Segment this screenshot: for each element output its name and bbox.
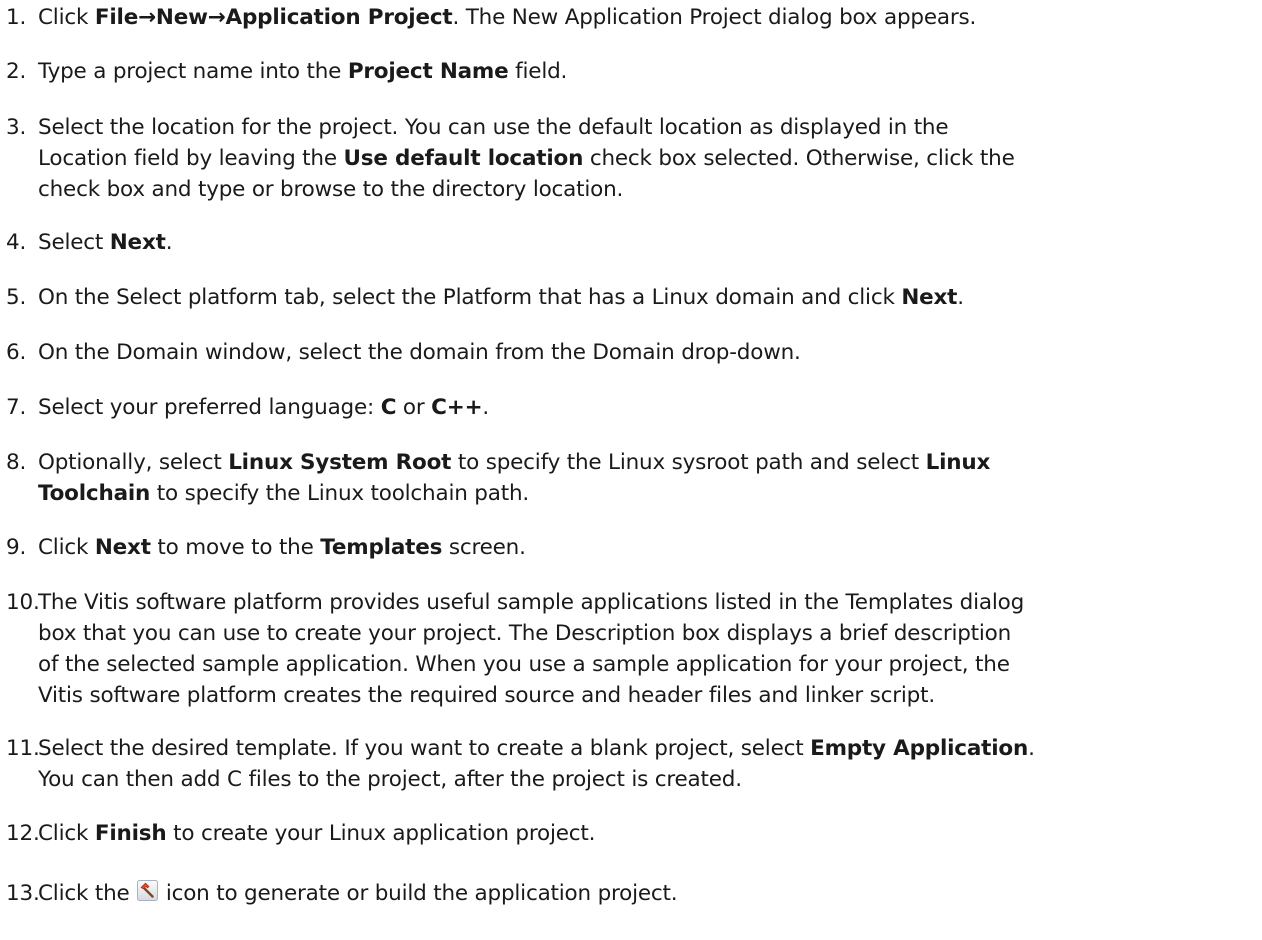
step-3: 3. Select the location for the project. … [0,112,1240,205]
step-9: 9. Click Next to move to the Templates s… [0,532,1240,563]
step-text-run: Click [38,535,95,560]
bold-term: Templates [320,535,443,560]
step-2: 2. Type a project name into the Project … [0,56,1240,87]
step-number: 2. [6,59,27,84]
step-text-run: to move to the [150,535,321,560]
step-number: 5. [6,285,27,310]
step-text: Optionally, select Linux System Root to … [38,447,1240,509]
step-number: 6. [6,340,27,365]
bold-term: C++ [431,395,483,420]
step-text-run: . [1028,736,1035,761]
step-5: 5. On the Select platform tab, select th… [0,282,1240,313]
step-text-run: box that you can use to create your proj… [38,621,1012,646]
step-text-run: . [482,395,490,420]
step-text-run: Click the [38,881,137,906]
step-text-run: screen. [442,535,526,560]
step-text-run: The Vitis software platform provides use… [38,590,1025,615]
hammer-build-icon [137,880,159,901]
step-text-run: to specify the Linux sysroot path and se… [451,450,926,475]
step-text-run: . The New Application Project dialog box… [452,5,977,30]
step-text-run: . [957,285,964,310]
step-7: 7. Select your preferred language: C or … [0,392,1240,423]
bold-term: Next [901,285,958,310]
step-text: Click Finish to create your Linux applic… [38,818,1240,849]
step-number: 10. [6,590,40,615]
step-text-run: Select the location for the project. You… [38,115,949,140]
step-1: 1. Click File→New→Application Project. T… [0,2,1240,33]
step-text-run: On the Domain window, select the domain … [38,340,801,365]
step-number: 1. [6,5,27,30]
bold-term: Toolchain [38,481,151,506]
step-8: 8. Optionally, select Linux System Root … [0,447,1240,509]
step-4: 4. Select Next. [0,227,1240,258]
step-12: 12. Click Finish to create your Linux ap… [0,818,1240,849]
step-number: 12. [6,821,40,846]
bold-term: File→New→Application Project [94,5,453,30]
step-text: Click File→New→Application Project. The … [38,2,1240,33]
step-10: 10. The Vitis software platform provides… [0,587,1240,711]
step-text: Select your preferred language: C or C++… [38,392,1240,423]
step-text-run: Click [38,5,95,30]
step-11: 11. Select the desired template. If you … [0,733,1240,795]
step-text: Click Next to move to the Templates scre… [38,532,1240,563]
bold-term: Empty Application [810,736,1029,761]
step-text-run: You can then add C files to the project,… [38,767,742,792]
step-text-run: Type a project name into the [38,59,348,84]
bold-term: Linux System Root [228,450,452,475]
step-text-run: Click [38,821,95,846]
step-text-run: Select your preferred language: [38,395,381,420]
step-text: Select the desired template. If you want… [38,733,1240,795]
step-number: 3. [6,115,27,140]
bold-term: Use default location [343,146,584,171]
step-text: Select the location for the project. You… [38,112,1240,205]
step-text-run: to create your Linux application project… [166,821,596,846]
bold-term: Next [109,230,166,255]
bold-term: Finish [94,821,167,846]
step-text: Click the icon to generate or build the … [38,878,1240,909]
step-text: Select Next. [38,227,1240,258]
step-text-run: Select [38,230,110,255]
step-number: 11. [6,736,40,761]
step-text-run: to specify the Linux toolchain path. [150,481,530,506]
step-6: 6. On the Domain window, select the doma… [0,337,1240,368]
step-text: On the Select platform tab, select the P… [38,282,1240,313]
step-text: The Vitis software platform provides use… [38,587,1240,711]
step-text-run: Select the desired template. If you want… [38,736,811,761]
step-text-run: . [165,230,173,255]
step-number: 7. [6,395,27,420]
step-text-run: field. [508,59,568,84]
step-text-run: check box selected. Otherwise, click the [583,146,1015,171]
step-text-run: of the selected sample application. When… [38,652,1010,677]
step-text-run: or [396,395,432,420]
bold-term: Next [94,535,151,560]
step-text-run: Location field by leaving the [38,146,344,171]
step-number: 8. [6,450,27,475]
step-text: Type a project name into the Project Nam… [38,56,1240,87]
step-text-run: icon to generate or build the applicatio… [159,881,678,906]
step-text-run: On the Select platform tab, select the P… [38,285,902,310]
step-text-run: Vitis software platform creates the requ… [38,683,935,708]
step-number: 9. [6,535,27,560]
step-number: 4. [6,230,27,255]
bold-term: Project Name [347,59,509,84]
step-number: 13. [6,881,40,906]
step-text-run: Optionally, select [38,450,229,475]
bold-term: Linux [925,450,991,475]
procedure-steps: 1. Click File→New→Application Project. T… [0,0,1262,940]
bold-term: C [380,395,397,420]
step-text: On the Domain window, select the domain … [38,337,1240,368]
step-text-run: check box and type or browse to the dire… [38,177,624,202]
step-13: 13. Click the icon to generate or build … [0,878,1240,909]
